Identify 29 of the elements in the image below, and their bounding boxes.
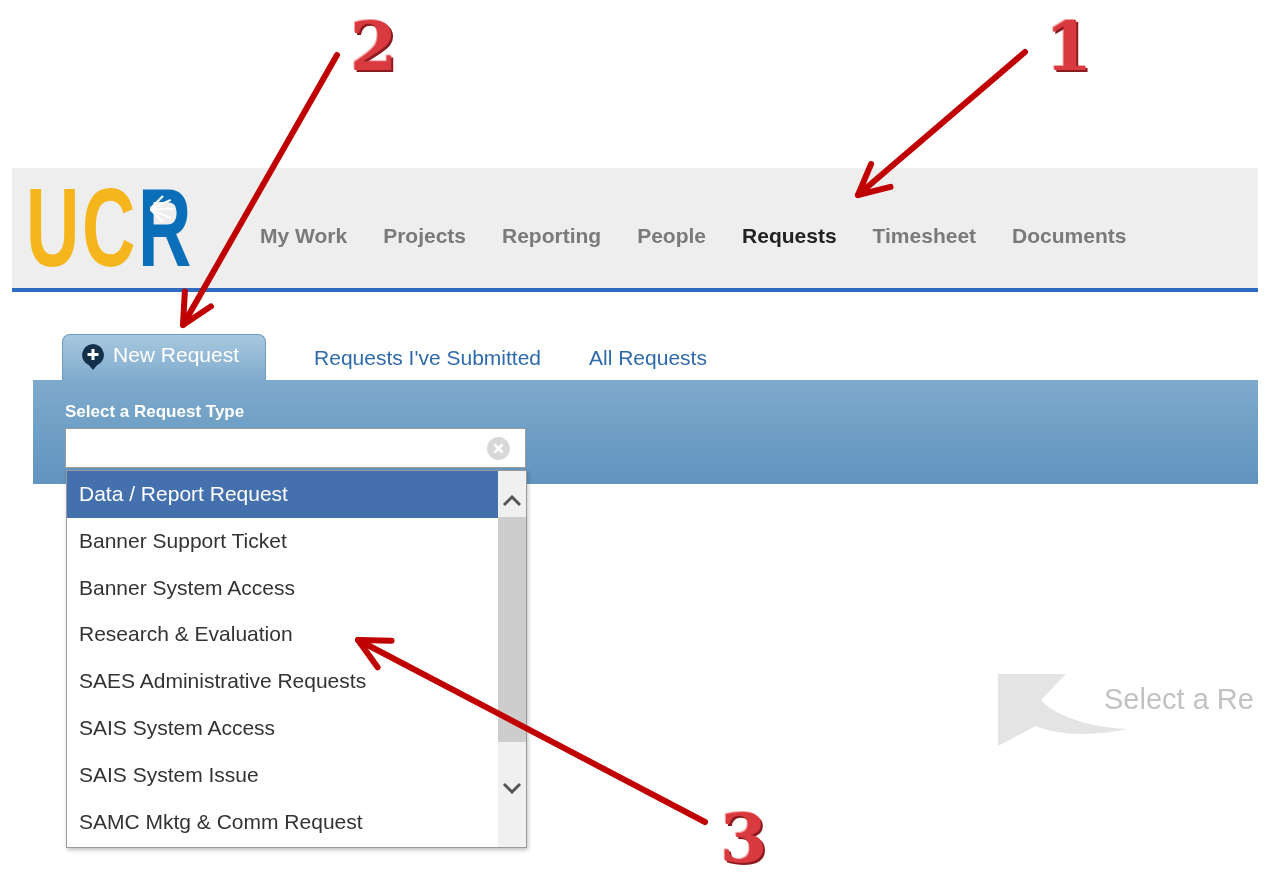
empty-state-text: Select a Re	[1104, 682, 1254, 716]
tab[interactable]: All Requests	[589, 336, 755, 380]
nav-link[interactable]: Requests	[742, 224, 837, 248]
dropdown-option[interactable]: Banner Support Ticket	[67, 517, 498, 565]
field-label: Select a Request Type	[65, 402, 245, 422]
nav-link[interactable]: Projects	[383, 224, 466, 248]
dropdown-option[interactable]: SAIS System Access	[67, 705, 498, 752]
nav-link[interactable]: Reporting	[502, 224, 602, 248]
dropdown-option[interactable]: SAMC Mktg & Comm Request	[67, 798, 498, 846]
nav-link[interactable]: Timesheet	[872, 224, 977, 248]
dropdown-option[interactable]: Research & Evaluation	[67, 611, 498, 659]
step-number: 3	[720, 800, 768, 876]
step-number: 2	[350, 8, 398, 84]
scrollbar[interactable]	[498, 471, 526, 847]
nav-link[interactable]: My Work	[260, 224, 348, 248]
dropdown-option[interactable]: SAES Administrative Requests	[67, 658, 498, 705]
dropdown-option[interactable]: SAIS System Issue	[67, 751, 498, 799]
dropdown-option[interactable]: Data / Report Request	[67, 471, 498, 518]
scroll-up-icon[interactable]	[502, 495, 522, 507]
scrollbar-thumb[interactable]	[498, 517, 526, 742]
step-number: 1	[1045, 8, 1093, 84]
request-type-field[interactable]	[65, 428, 526, 468]
tab[interactable]: Requests I've Submitted	[314, 336, 590, 380]
logo[interactable]: UCR	[26, 170, 202, 286]
dropdown-option[interactable]: Banner System Access	[67, 564, 498, 612]
scroll-down-icon[interactable]	[502, 782, 522, 794]
nav-link[interactable]: Documents	[1012, 224, 1127, 248]
plus-icon	[81, 343, 105, 371]
nav-link[interactable]: People	[637, 224, 707, 248]
